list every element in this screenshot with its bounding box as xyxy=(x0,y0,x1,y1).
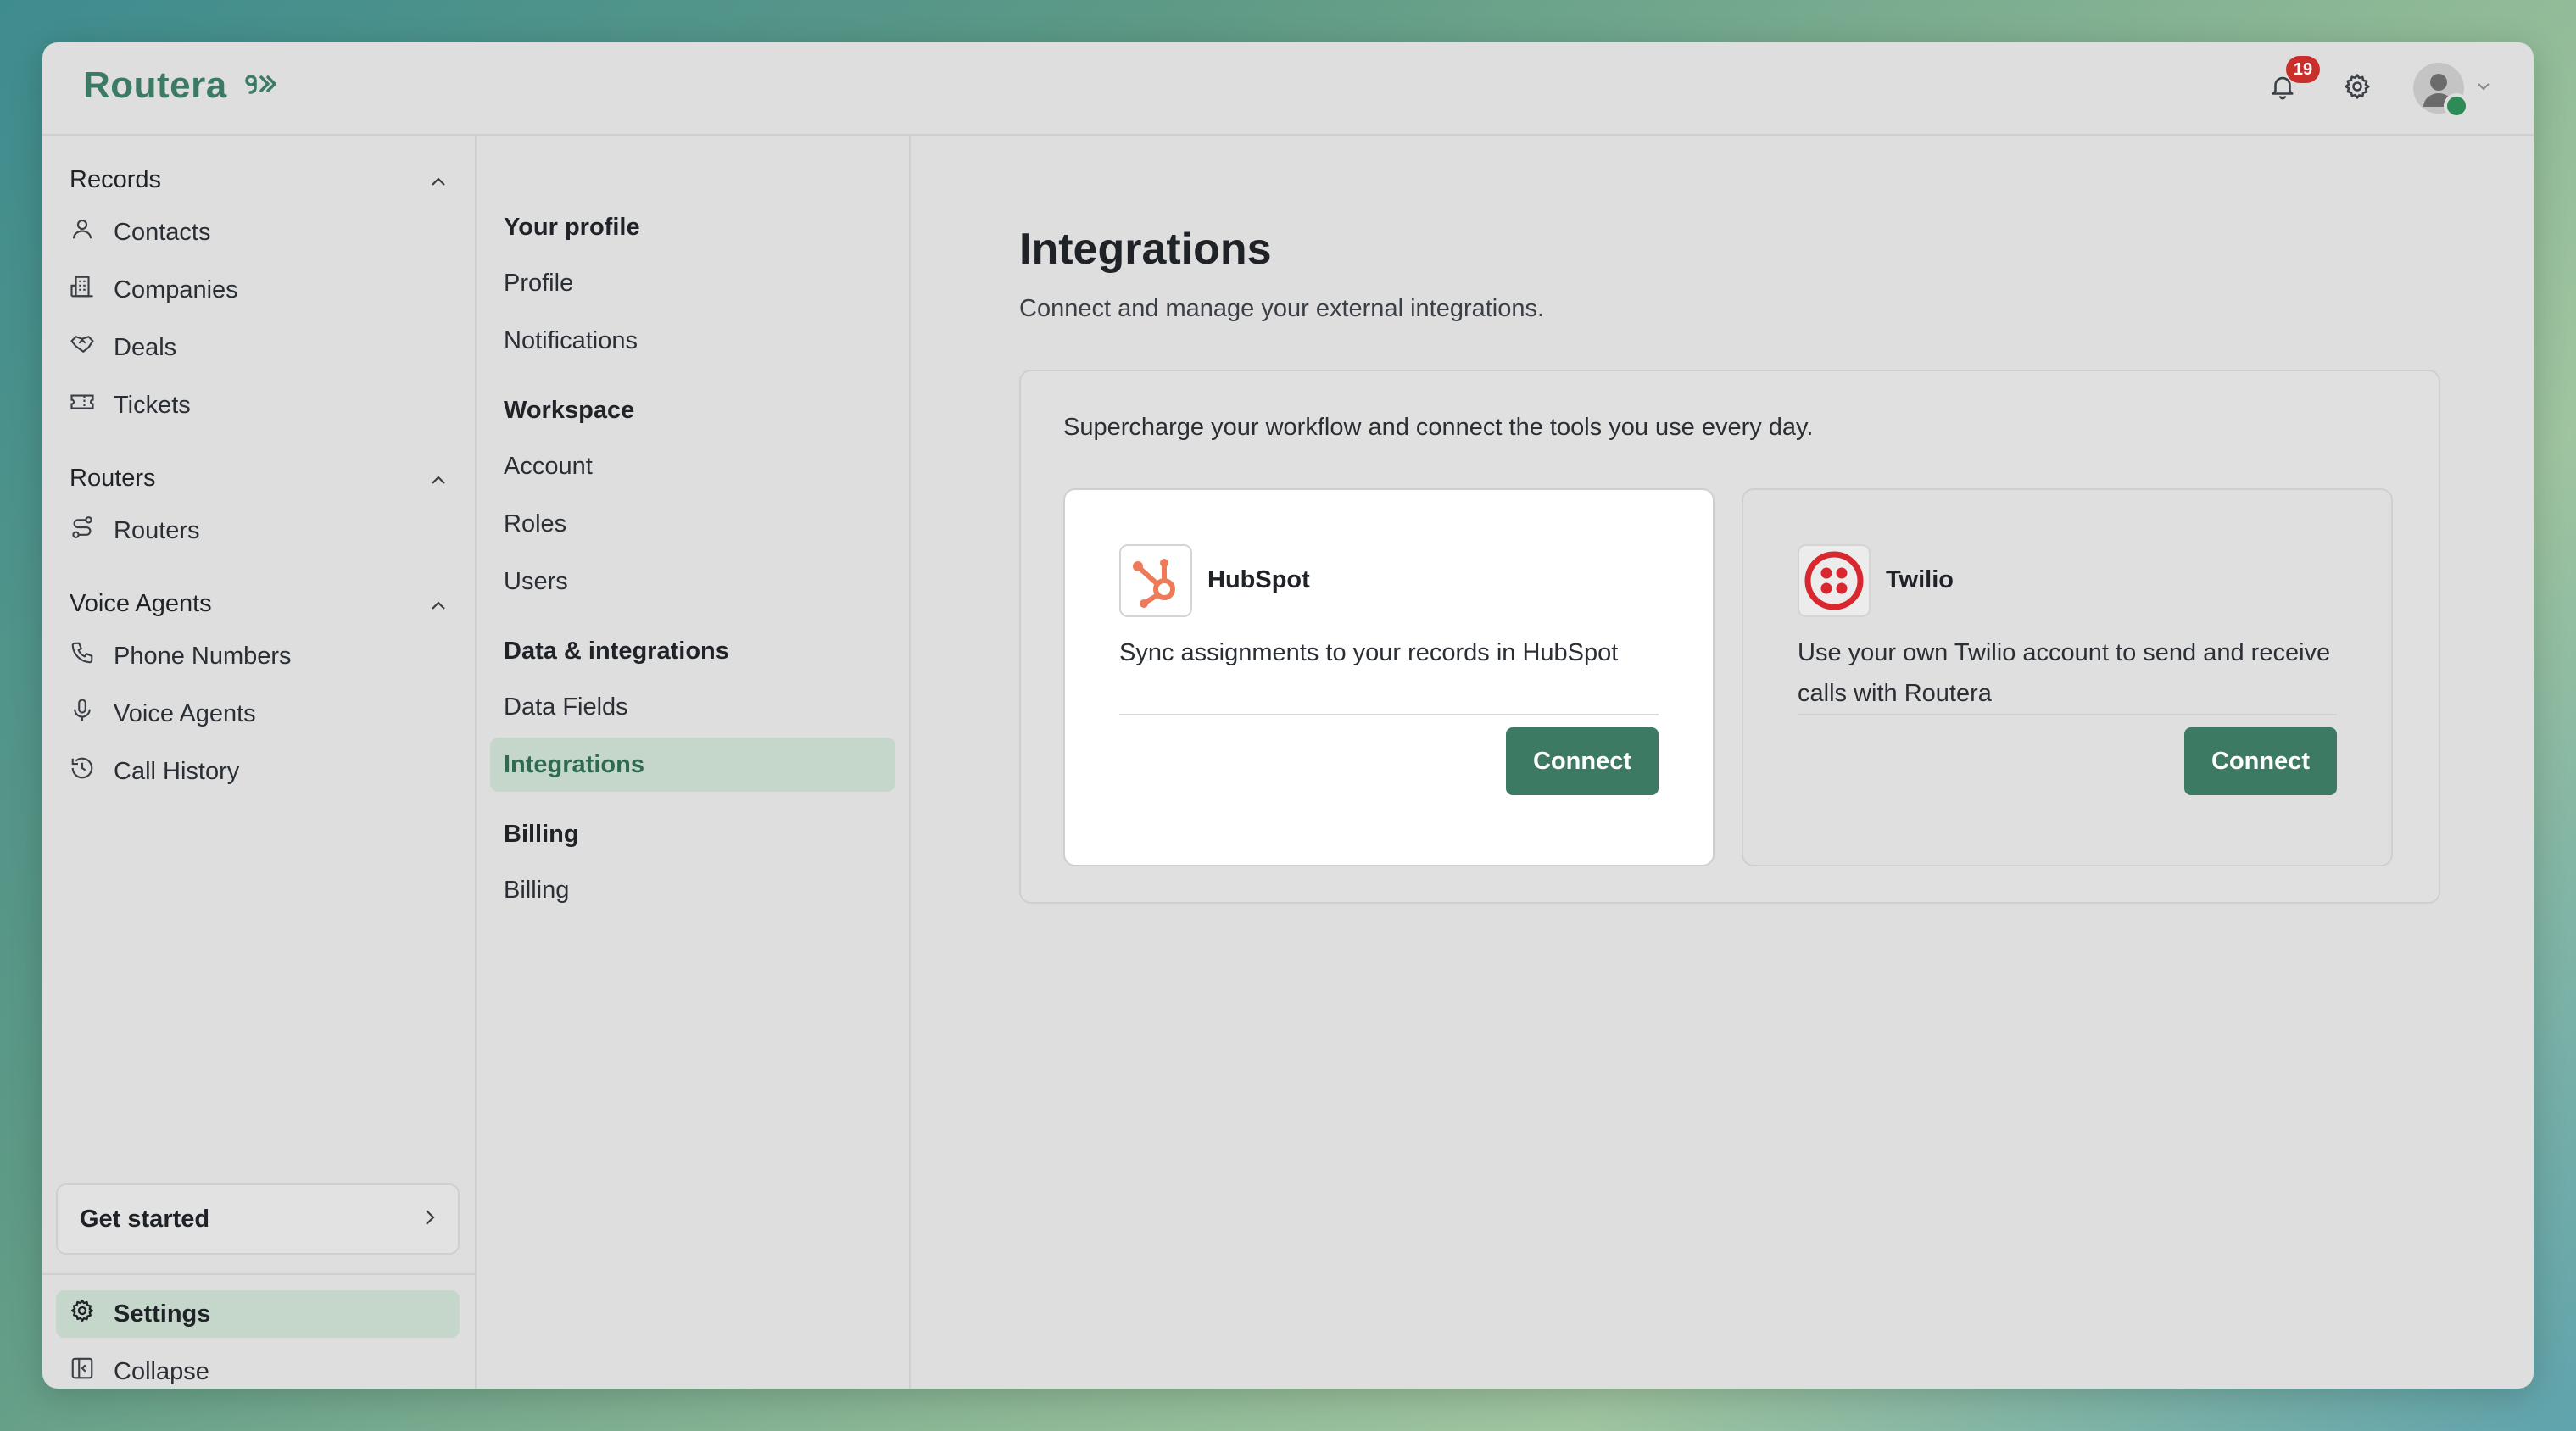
settings-subnav: Your profile Profile Notifications Works… xyxy=(477,136,911,1389)
building-icon xyxy=(70,274,95,306)
records-section-header[interactable]: Records xyxy=(70,156,448,203)
subnav-item-billing[interactable]: Billing xyxy=(490,863,895,917)
avatar xyxy=(2413,63,2469,119)
hubspot-connect-button[interactable]: Connect xyxy=(1506,727,1659,795)
card-description: Use your own Twilio account to send and … xyxy=(1798,639,2331,707)
main-content: Integrations Connect and manage your ext… xyxy=(911,136,2534,1389)
subnav-group-your-profile: Your profile xyxy=(504,214,640,241)
sidebar-item-tickets[interactable]: Tickets xyxy=(70,376,448,434)
sidebar: Records Contacts Companies Deals Tickets xyxy=(42,136,477,1389)
collapse-sidebar-button[interactable]: Collapse xyxy=(56,1348,460,1389)
routers-section: Routers Routers xyxy=(70,454,448,560)
integration-card-hubspot: HubSpot Sync assignments to your records… xyxy=(1063,488,1715,866)
gear-icon xyxy=(70,1298,95,1330)
chevron-up-icon xyxy=(429,465,448,493)
subnav-item-data-fields[interactable]: Data Fields xyxy=(490,680,895,734)
subnav-item-account[interactable]: Account xyxy=(490,439,895,493)
card-divider xyxy=(1798,714,2337,716)
subnav-item-notifications[interactable]: Notifications xyxy=(490,314,895,368)
sidebar-item-phone-numbers[interactable]: Phone Numbers xyxy=(70,627,448,685)
chevron-right-icon xyxy=(424,1205,436,1233)
chevron-up-icon xyxy=(429,590,448,618)
page-title: Integrations xyxy=(1019,225,1272,274)
subnav-item-roles[interactable]: Roles xyxy=(490,497,895,551)
subnav-group-workspace: Workspace xyxy=(504,397,635,424)
card-title: HubSpot xyxy=(1207,566,1310,593)
hubspot-icon xyxy=(1133,559,1175,608)
ticket-icon xyxy=(70,389,95,421)
logo-arrows-icon xyxy=(244,72,278,100)
page-subtitle: Connect and manage your external integra… xyxy=(1019,295,1545,322)
twilio-connect-button[interactable]: Connect xyxy=(2184,727,2337,795)
sidebar-item-call-history[interactable]: Call History xyxy=(70,743,448,800)
card-description: Sync assignments to your records in HubS… xyxy=(1119,639,1619,666)
subnav-group-billing: Billing xyxy=(504,821,579,848)
top-bar: Routera 19 xyxy=(42,42,2534,136)
logo[interactable]: Routera xyxy=(83,64,278,107)
card-divider xyxy=(1119,714,1659,716)
integrations-panel: Supercharge your workflow and connect th… xyxy=(1019,370,2440,904)
subnav-item-integrations[interactable]: Integrations xyxy=(490,738,895,792)
settings-gear-button[interactable] xyxy=(2339,70,2376,107)
notification-badge: 19 xyxy=(2286,56,2320,83)
handshake-icon xyxy=(70,331,95,364)
collapse-panel-icon xyxy=(70,1356,95,1388)
online-status-dot xyxy=(2444,93,2469,119)
records-section: Records Contacts Companies Deals Tickets xyxy=(70,156,448,434)
sidebar-item-routers[interactable]: Routers xyxy=(70,502,448,560)
sidebar-item-companies[interactable]: Companies xyxy=(70,261,448,319)
sidebar-item-contacts[interactable]: Contacts xyxy=(70,203,448,261)
hubspot-logo xyxy=(1119,544,1192,617)
subnav-item-users[interactable]: Users xyxy=(490,554,895,609)
chevron-down-icon xyxy=(2476,81,2491,96)
logo-text: Routera xyxy=(83,64,227,106)
panel-description: Supercharge your workflow and connect th… xyxy=(1063,414,1814,441)
user-icon xyxy=(70,216,95,248)
microphone-icon xyxy=(70,698,95,730)
gear-icon xyxy=(2343,72,2372,105)
twilio-logo xyxy=(1798,544,1871,617)
user-menu[interactable] xyxy=(2413,63,2491,119)
voice-agents-section: Voice Agents Phone Numbers Voice Agents … xyxy=(70,580,448,800)
sidebar-item-settings[interactable]: Settings xyxy=(56,1290,460,1338)
route-icon xyxy=(70,515,95,547)
voice-agents-section-header[interactable]: Voice Agents xyxy=(70,580,448,627)
app-window: Routera 19 Records Contacts Companies De… xyxy=(42,42,2534,1389)
get-started-button[interactable]: Get started xyxy=(56,1183,460,1255)
routers-section-header[interactable]: Routers xyxy=(70,454,448,502)
notifications-button[interactable]: 19 xyxy=(2264,56,2320,107)
integration-card-twilio: Twilio Use your own Twilio account to se… xyxy=(1742,488,2393,866)
twilio-icon xyxy=(1804,551,1864,610)
chevron-up-icon xyxy=(429,166,448,194)
history-icon xyxy=(70,755,95,788)
sidebar-item-voice-agents[interactable]: Voice Agents xyxy=(70,685,448,743)
sidebar-item-deals[interactable]: Deals xyxy=(70,319,448,376)
card-title: Twilio xyxy=(1886,566,1954,593)
subnav-group-data-integrations: Data & integrations xyxy=(504,638,729,665)
phone-icon xyxy=(70,640,95,672)
subnav-item-profile[interactable]: Profile xyxy=(490,256,895,310)
sidebar-divider xyxy=(42,1273,475,1275)
